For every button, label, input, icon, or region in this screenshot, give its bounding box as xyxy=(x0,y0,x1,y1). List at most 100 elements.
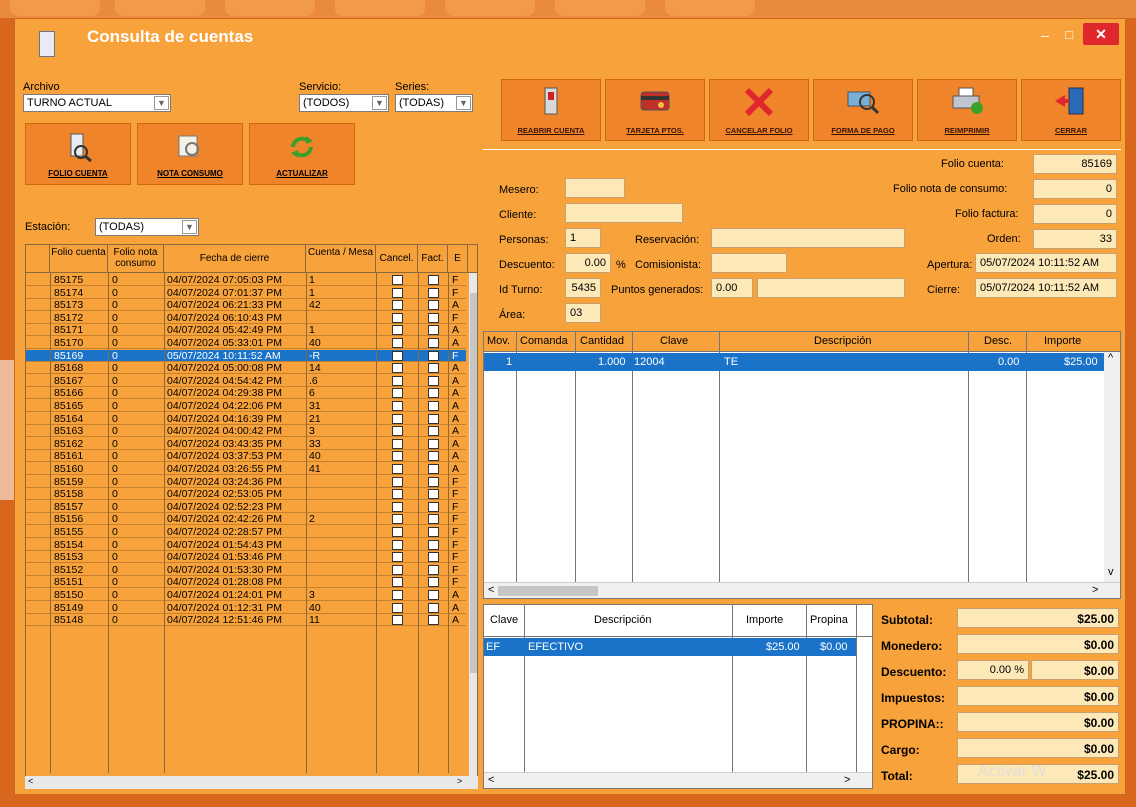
chevron-down-icon[interactable]: ▼ xyxy=(154,96,169,110)
descuento-field[interactable]: 0.00 xyxy=(565,253,611,273)
cancel-checkbox[interactable] xyxy=(392,539,403,550)
col-folio-nota[interactable]: Folio nota consumo xyxy=(108,245,164,273)
fact-checkbox[interactable] xyxy=(428,287,439,298)
nota-consumo-button[interactable]: NOTA CONSUMO xyxy=(137,123,243,185)
fact-checkbox[interactable] xyxy=(428,602,439,613)
taskbar-app-icon[interactable] xyxy=(115,0,205,16)
scroll-up-icon[interactable]: ^ xyxy=(1108,352,1113,364)
fact-checkbox[interactable] xyxy=(428,564,439,575)
taskbar-app-icon[interactable] xyxy=(225,0,315,16)
cliente-field[interactable] xyxy=(565,203,683,223)
cancel-checkbox[interactable] xyxy=(392,602,403,613)
cancel-checkbox[interactable] xyxy=(392,451,403,462)
cancel-checkbox[interactable] xyxy=(392,275,403,285)
close-icon[interactable]: ✕ xyxy=(1083,23,1119,45)
fact-checkbox[interactable] xyxy=(428,539,439,550)
chevron-down-icon[interactable]: ▼ xyxy=(182,220,197,234)
scroll-right-icon[interactable]: > xyxy=(1092,584,1098,596)
accounts-horizontal-scrollbar[interactable]: < > xyxy=(25,776,478,789)
cancel-checkbox[interactable] xyxy=(392,426,403,437)
taskbar-app-icon[interactable] xyxy=(10,0,100,16)
col-e[interactable]: E xyxy=(448,245,468,273)
maximize-icon[interactable]: □ xyxy=(1059,27,1079,45)
fact-checkbox[interactable] xyxy=(428,350,439,361)
scroll-left-icon[interactable]: < xyxy=(28,776,33,786)
col-mov[interactable]: Mov. xyxy=(487,335,510,347)
table-row[interactable]: 85172 0 04/07/2024 06:10:43 PM F xyxy=(26,312,466,324)
fact-checkbox[interactable] xyxy=(428,375,439,386)
fact-checkbox[interactable] xyxy=(428,464,439,474)
cancel-checkbox[interactable] xyxy=(392,564,403,575)
cancel-checkbox[interactable] xyxy=(392,438,403,449)
scroll-down-icon[interactable]: v xyxy=(1108,566,1114,578)
table-row[interactable]: 85158 0 04/07/2024 02:53:05 PM F xyxy=(26,488,466,501)
table-row[interactable]: 85169 0 05/07/2024 10:11:52 AM -R F xyxy=(26,349,466,362)
reabrir-cuenta-button[interactable]: REABRIR CUENTA xyxy=(501,79,601,141)
table-row[interactable]: 85164 0 04/07/2024 04:16:39 PM 21 A xyxy=(26,413,466,425)
cancel-checkbox[interactable] xyxy=(392,590,403,600)
actualizar-button[interactable]: ACTUALIZAR xyxy=(249,123,355,185)
forma-pago-button[interactable]: FORMA DE PAGO xyxy=(813,79,913,141)
fact-checkbox[interactable] xyxy=(428,577,439,588)
col-importe[interactable]: Importe xyxy=(1044,335,1081,347)
cancel-checkbox[interactable] xyxy=(392,300,403,311)
fact-checkbox[interactable] xyxy=(428,501,439,512)
comisionista-field[interactable] xyxy=(711,253,787,273)
table-row[interactable]: 85174 0 04/07/2024 07:01:37 PM 1 F xyxy=(26,287,466,299)
minimize-icon[interactable]: – xyxy=(1035,27,1055,45)
cerrar-button[interactable]: CERRAR xyxy=(1021,79,1121,141)
scroll-right-icon[interactable]: > xyxy=(844,774,850,786)
accounts-vertical-scrollbar[interactable] xyxy=(469,273,477,778)
cancel-checkbox[interactable] xyxy=(392,375,403,386)
servicio-select[interactable]: (TODOS) ▼ xyxy=(299,94,389,112)
fact-checkbox[interactable] xyxy=(428,451,439,462)
table-row[interactable]: 85160 0 04/07/2024 03:26:55 PM 41 A xyxy=(26,463,466,475)
fact-checkbox[interactable] xyxy=(428,388,439,399)
table-row[interactable]: 85163 0 04/07/2024 04:00:42 PM 3 A xyxy=(26,425,466,438)
chevron-down-icon[interactable]: ▼ xyxy=(456,96,471,110)
table-row[interactable]: 85156 0 04/07/2024 02:42:26 PM 2 F xyxy=(26,513,466,526)
fact-checkbox[interactable] xyxy=(428,476,439,487)
fact-checkbox[interactable] xyxy=(428,590,439,600)
table-row[interactable]: 85162 0 04/07/2024 03:43:35 PM 33 A xyxy=(26,438,466,450)
cancel-checkbox[interactable] xyxy=(392,489,403,500)
fact-checkbox[interactable] xyxy=(428,363,439,374)
cancel-checkbox[interactable] xyxy=(392,501,403,512)
estacion-select[interactable]: (TODAS) ▼ xyxy=(95,218,199,236)
col-fact[interactable]: Fact. xyxy=(418,245,448,273)
col-folio-cuenta[interactable]: Folio cuenta xyxy=(50,245,108,273)
col-descripcion[interactable]: Descripción xyxy=(814,335,871,347)
cancelar-folio-button[interactable]: CANCELAR FOLIO xyxy=(709,79,809,141)
folio-cuenta-button[interactable]: FOLIO CUENTA xyxy=(25,123,131,185)
col-fecha-cierre[interactable]: Fecha de cierre xyxy=(164,245,306,273)
fact-checkbox[interactable] xyxy=(428,300,439,311)
fact-checkbox[interactable] xyxy=(428,489,439,500)
cancel-checkbox[interactable] xyxy=(392,615,403,626)
table-row[interactable]: 85152 0 04/07/2024 01:53:30 PM F xyxy=(26,564,466,576)
table-row[interactable]: 85153 0 04/07/2024 01:53:46 PM F xyxy=(26,551,466,564)
fact-checkbox[interactable] xyxy=(428,413,439,424)
scroll-left-icon[interactable]: < xyxy=(488,774,494,786)
cancel-checkbox[interactable] xyxy=(392,338,403,348)
table-row[interactable]: 85159 0 04/07/2024 03:24:36 PM F xyxy=(26,476,466,488)
taskbar-app-icon[interactable] xyxy=(445,0,535,16)
col-pay-descripcion[interactable]: Descripción xyxy=(594,614,651,626)
fact-checkbox[interactable] xyxy=(428,514,439,525)
cancel-checkbox[interactable] xyxy=(392,287,403,298)
scroll-left-icon[interactable]: < xyxy=(488,584,494,596)
series-select[interactable]: (TODAS) ▼ xyxy=(395,94,473,112)
fact-checkbox[interactable] xyxy=(428,312,439,323)
scrollbar-thumb[interactable] xyxy=(470,293,477,673)
table-row[interactable]: 85157 0 04/07/2024 02:52:23 PM F xyxy=(26,501,466,513)
cancel-checkbox[interactable] xyxy=(392,312,403,323)
table-row[interactable]: 85165 0 04/07/2024 04:22:06 PM 31 A xyxy=(26,400,466,412)
cancel-checkbox[interactable] xyxy=(392,577,403,588)
table-row[interactable]: 85151 0 04/07/2024 01:28:08 PM F xyxy=(26,576,466,589)
items-vertical-scrollbar[interactable]: ^ v xyxy=(1104,352,1120,582)
table-row[interactable]: 85175 0 04/07/2024 07:05:03 PM 1 F xyxy=(26,274,466,286)
scrollbar-thumb[interactable] xyxy=(498,586,598,596)
fact-checkbox[interactable] xyxy=(428,527,439,537)
table-row[interactable]: 85166 0 04/07/2024 04:29:38 PM 6 A xyxy=(26,387,466,400)
taskbar-app-icon[interactable] xyxy=(335,0,425,16)
table-row[interactable]: 85148 0 04/07/2024 12:51:46 PM 11 A xyxy=(26,614,466,627)
